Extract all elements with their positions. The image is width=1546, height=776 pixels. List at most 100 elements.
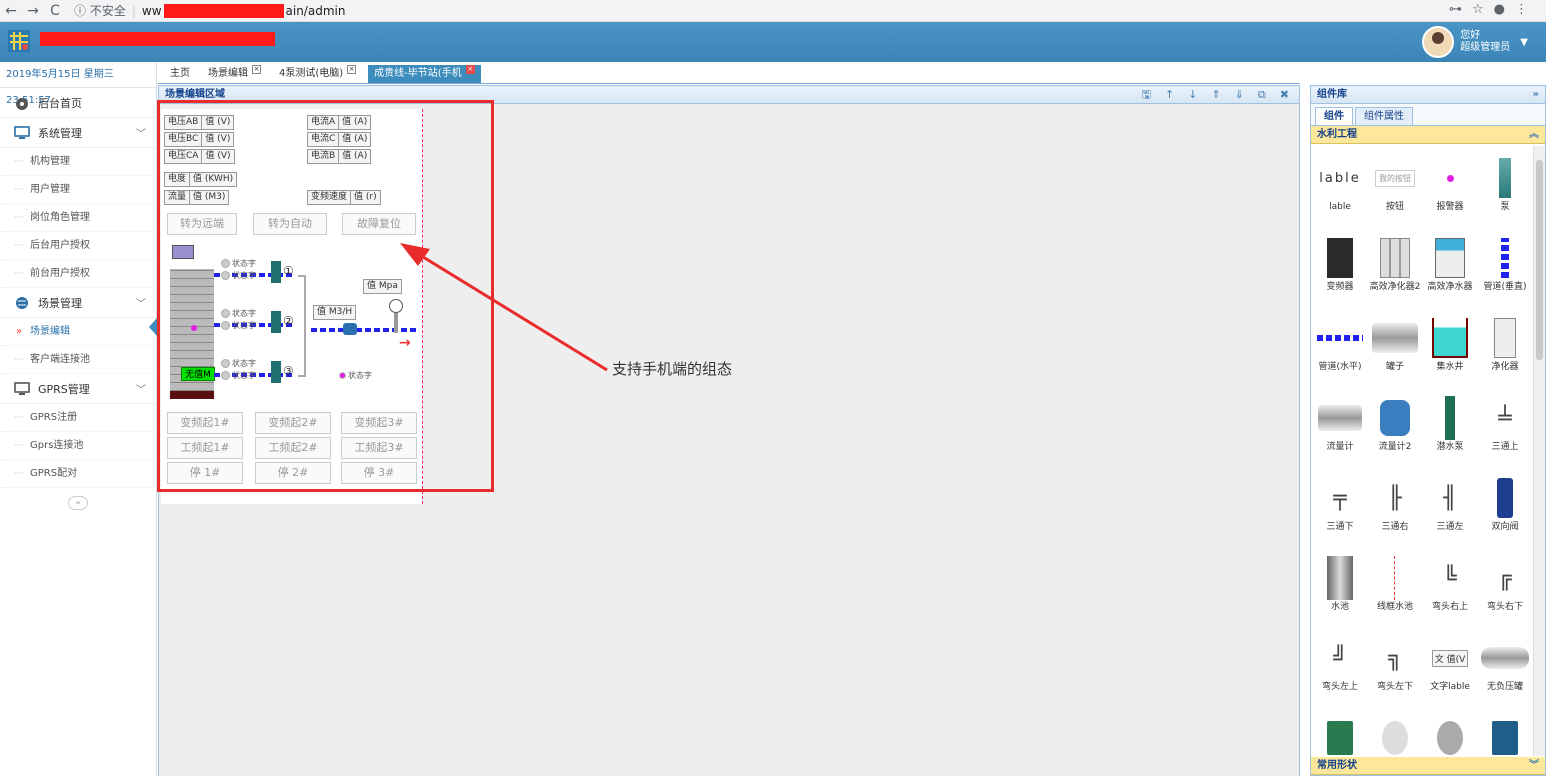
app-header: 您好 超级管理员 ▼ <box>0 22 1546 62</box>
sidebar-subitem[interactable]: Gprs连接池 <box>0 432 156 460</box>
address-bar[interactable]: ⓘ 不安全 | ww ain/admin <box>74 2 345 19</box>
component-label: 三通下 <box>1326 522 1354 532</box>
component-vfd[interactable]: 变频器 <box>1313 236 1367 293</box>
component-elbow-right-up[interactable]: ╚ 弯头右上 <box>1423 556 1477 613</box>
component-elbow-left-down[interactable]: ╗ 弯头左下 <box>1368 636 1422 693</box>
section-water-engineering[interactable]: 水利工程 ︽ <box>1311 126 1545 144</box>
sidebar-item-label: 场景编辑 <box>30 326 70 337</box>
sidebar-subitem[interactable]: 岗位角色管理 <box>0 204 156 232</box>
chevron-up-icon[interactable]: ︽ <box>1529 126 1539 144</box>
component-partial[interactable] <box>1478 716 1532 756</box>
component-label: 罐子 <box>1385 362 1404 372</box>
lable-icon: lable <box>1313 156 1367 200</box>
collapse-button[interactable]: » <box>68 496 88 510</box>
back-icon[interactable]: ← <box>0 3 22 19</box>
sidebar-subitem[interactable]: 前台用户授权 <box>0 260 156 288</box>
button-sample: 我的按钮 <box>1368 156 1422 200</box>
component-pressure-tank[interactable]: 无负压罐 <box>1478 636 1532 693</box>
avatar[interactable] <box>1422 26 1455 58</box>
tab-close-icon[interactable]: × <box>347 65 357 74</box>
delete-icon[interactable]: ✖ <box>1280 86 1289 104</box>
tab-bijie-station[interactable]: 成贵线-毕节站(手机 × <box>368 65 481 83</box>
chevron-down-icon[interactable]: ﹀ <box>136 125 146 140</box>
sidebar-subitem[interactable]: 机构管理 <box>0 148 156 176</box>
component-grid: lable lable 我的按钮 按钮报警器 泵变频器 高效净化器2 高效净水器 管道(垂直)… <box>1311 146 1533 756</box>
component-flowmeter2[interactable]: 流量计2 <box>1368 396 1422 453</box>
component-wire-pool[interactable]: 线框水池 <box>1368 556 1422 613</box>
component-button-sample[interactable]: 我的按钮 按钮 <box>1368 156 1422 213</box>
sidebar-subitem[interactable]: 用户管理 <box>0 176 156 204</box>
tab-label: 场景编辑 <box>208 68 248 79</box>
copy-icon[interactable]: ⧉ <box>1258 86 1266 104</box>
browser-actions: ⊶☆●⋮ <box>1449 2 1538 17</box>
component-tee-right[interactable]: ╟ 三通右 <box>1368 476 1422 533</box>
component-pool[interactable]: 水池 <box>1313 556 1367 613</box>
component-two-way-valve[interactable]: 双向阀 <box>1478 476 1532 533</box>
tab-component-props[interactable]: 组件属性 <box>1355 107 1413 125</box>
menu-icon[interactable]: ⋮ <box>1515 2 1538 17</box>
sidebar-item-scene[interactable]: 场景管理 ﹀ <box>0 288 156 318</box>
sidebar-item-gprs[interactable]: GPRS管理 ﹀ <box>0 374 156 404</box>
component-partial[interactable] <box>1423 716 1477 756</box>
sidebar-subitem-active[interactable]: 场景编辑 <box>0 318 157 346</box>
component-partial[interactable] <box>1368 716 1422 756</box>
chevron-down-icon[interactable]: ﹀ <box>136 381 146 396</box>
tab-label: 主页 <box>170 68 190 79</box>
flowmeter-icon <box>1313 396 1367 440</box>
component-tee-down[interactable]: ╤ 三通下 <box>1313 476 1367 533</box>
sidebar-subitem[interactable]: 客户端连接池 <box>0 346 156 374</box>
component-tee-left[interactable]: ╢ 三通左 <box>1423 476 1477 533</box>
component-pipe-vertical[interactable]: 管道(垂直) <box>1478 236 1532 293</box>
component-elbow-left-up[interactable]: ╝ 弯头左上 <box>1313 636 1367 693</box>
component-pipe-horizontal[interactable]: 管道(水平) <box>1313 316 1367 373</box>
filter-icon <box>1478 316 1532 360</box>
sidebar-subitem[interactable]: 后台用户授权 <box>0 232 156 260</box>
tab-scene-edit[interactable]: 场景编辑 × <box>202 65 267 83</box>
component-submersible-pump[interactable]: 潜水泵 <box>1423 396 1477 453</box>
tank-icon <box>1368 316 1422 360</box>
tab-components[interactable]: 组件 <box>1315 107 1353 125</box>
component-lable[interactable]: lable lable <box>1313 156 1367 213</box>
component-text-label[interactable]: 文 值(V 文字lable <box>1423 636 1477 693</box>
component-filter[interactable]: 净化器 <box>1478 316 1532 373</box>
component-water-purifier[interactable]: 高效净水器 <box>1423 236 1477 293</box>
reload-icon[interactable]: C <box>44 3 66 19</box>
component-flowmeter[interactable]: 流量计 <box>1313 396 1367 453</box>
component-tee-up[interactable]: ╧ 三通上 <box>1478 396 1532 453</box>
component-sump[interactable]: 集水井 <box>1423 316 1477 373</box>
component-alarm[interactable]: 报警器 <box>1423 156 1477 213</box>
scrollbar[interactable] <box>1533 146 1545 756</box>
security-indicator[interactable]: ⓘ 不安全 <box>74 2 126 19</box>
tab-close-icon[interactable]: × <box>252 65 261 74</box>
chevron-down-icon[interactable]: ︾ <box>1529 757 1539 775</box>
forward-icon[interactable]: → <box>22 3 44 19</box>
tab-home[interactable]: 主页 <box>164 65 196 83</box>
tab-close-icon[interactable]: × <box>465 65 475 74</box>
sidebar-subitem[interactable]: GPRS注册 <box>0 404 156 432</box>
component-pump[interactable]: 泵 <box>1478 156 1532 213</box>
move-down-icon[interactable]: ↓ <box>1188 86 1197 104</box>
scrollbar-thumb[interactable] <box>1536 160 1543 360</box>
section-common-shapes[interactable]: 常用形状 ︾ <box>1311 757 1545 775</box>
component-elbow-right-down[interactable]: ╔ 弯头右下 <box>1478 556 1532 613</box>
sidebar-subitem[interactable]: GPRS配对 <box>0 460 156 488</box>
move-bottom-icon[interactable]: ⇓ <box>1235 86 1244 104</box>
move-up-icon[interactable]: ↑ <box>1165 86 1174 104</box>
annotation-text: 支持手机端的组态 <box>612 360 733 378</box>
sidebar-item-label: GPRS管理 <box>38 382 90 396</box>
component-partial[interactable] <box>1313 716 1367 756</box>
chevron-down-icon[interactable]: ﹀ <box>136 295 146 310</box>
move-top-icon[interactable]: ⇑ <box>1211 86 1220 104</box>
save-icon[interactable]: 🖫 <box>1142 86 1151 104</box>
expand-icon[interactable]: » <box>1533 86 1539 104</box>
component-purifier[interactable]: 高效净化器2 <box>1368 236 1422 293</box>
key-icon[interactable]: ⊶ <box>1449 2 1472 17</box>
user-menu[interactable]: 您好 超级管理员 ▼ <box>1422 26 1528 58</box>
sidebar-item-system[interactable]: 系统管理 ﹀ <box>0 118 156 148</box>
component-tank[interactable]: 罐子 <box>1368 316 1422 373</box>
chevron-down-icon[interactable]: ▼ <box>1520 37 1528 48</box>
tab-4pump-test[interactable]: 4泵测试(电脑) × <box>273 65 362 83</box>
component-label: 报警器 <box>1436 202 1464 212</box>
star-icon[interactable]: ☆ <box>1472 2 1494 17</box>
account-icon[interactable]: ● <box>1494 2 1515 17</box>
